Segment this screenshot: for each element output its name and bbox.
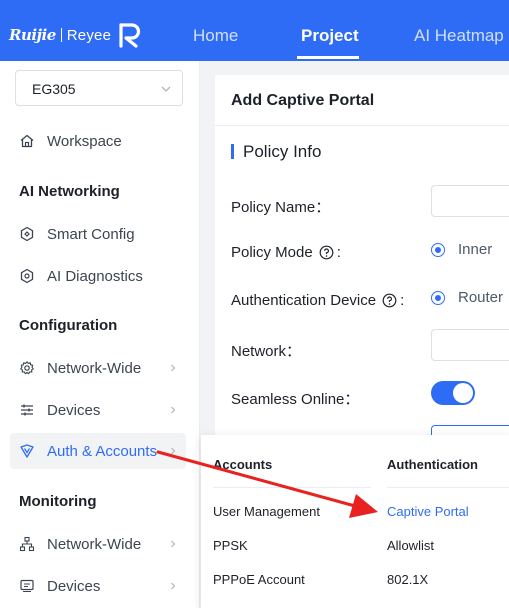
sidebar-item-label: Network-Wide [47, 359, 142, 377]
chevron-right-icon [171, 406, 176, 414]
ai-diagnostics-icon [20, 268, 34, 284]
policy-mode-colon: : [336, 244, 341, 261]
radio-label: Inner [458, 241, 493, 258]
top-navigation-bar: Ruijie Reyee Home Project AI Heatmap [0, 0, 509, 61]
seamless-online-toggle[interactable] [431, 381, 475, 405]
submenu-item-allowlist[interactable]: Allowlist [387, 538, 434, 553]
sidebar-item-auth-accounts[interactable]: Auth & Accounts [0, 433, 200, 469]
topology-icon [19, 536, 35, 552]
policy-mode-label-text: Policy Mode [231, 244, 313, 261]
authentication-divider [387, 487, 509, 488]
chevron-down-icon [161, 86, 171, 92]
accounts-column-header: Accounts [213, 457, 273, 472]
sidebar-item-network-wide[interactable]: Network-Wide [0, 350, 200, 386]
site-selector[interactable]: EG305 [15, 70, 183, 106]
tab-ai-heatmap[interactable]: AI Heatmap [414, 26, 504, 46]
chevron-right-icon [171, 447, 176, 455]
network-select[interactable] [431, 329, 509, 361]
smart-config-icon [20, 226, 34, 242]
help-icon[interactable] [382, 293, 397, 308]
authentication-device-label-text: Authentication Device [231, 292, 377, 309]
auth-accounts-submenu: Accounts Authentication User Management … [201, 435, 509, 608]
submenu-item-captive-portal[interactable]: Captive Portal [387, 504, 469, 519]
sidebar: EG305 Workspace AI Networking Smart Conf… [0, 61, 200, 608]
chevron-right-icon [171, 364, 176, 372]
section-title-ai-networking: AI Networking [19, 183, 120, 200]
chevron-right-icon [171, 540, 176, 548]
sidebar-item-label: Network-Wide [47, 535, 142, 553]
brand-logo[interactable]: Ruijie Reyee [9, 22, 143, 48]
sidebar-item-label: Devices [47, 577, 101, 595]
network-label: Network： [231, 343, 302, 360]
reyee-logo-icon [119, 23, 141, 48]
gear-icon [20, 361, 34, 375]
section-title-monitoring: Monitoring [19, 493, 97, 510]
sidebar-item-devices[interactable]: Devices [0, 392, 200, 428]
tab-home[interactable]: Home [193, 26, 238, 46]
sidebar-item-workspace[interactable]: Workspace [0, 123, 200, 159]
section-accent-bar [231, 144, 234, 159]
section-title-policy-info: Policy Info [243, 142, 322, 161]
sidebar-item-label: Workspace [47, 132, 122, 150]
device-icon [20, 579, 34, 593]
sidebar-item-smart-config[interactable]: Smart Config [0, 216, 200, 252]
sidebar-item-monitoring-devices[interactable]: Devices [0, 568, 200, 604]
panel-header: Add Captive Portal [215, 75, 509, 126]
shield-icon [20, 444, 34, 458]
help-icon[interactable] [319, 245, 334, 260]
sidebar-item-label: Smart Config [47, 225, 135, 243]
seamless-online-label: Seamless Online： [231, 391, 360, 408]
tab-project[interactable]: Project [301, 26, 359, 46]
authentication-column-header: Authentication [387, 457, 478, 472]
logo-ruijie-text: Ruijie [9, 26, 56, 44]
submenu-item-ppsk[interactable]: PPSK [213, 538, 248, 553]
submenu-item-user-management[interactable]: User Management [213, 504, 320, 519]
sidebar-item-ai-diagnostics[interactable]: AI Diagnostics [0, 258, 200, 294]
sidebar-item-monitoring-network-wide[interactable]: Network-Wide [0, 526, 200, 562]
submenu-item-pppoe-account[interactable]: PPPoE Account [213, 572, 305, 587]
sidebar-item-label: Auth & Accounts [47, 442, 158, 460]
radio-checked-icon [431, 290, 445, 305]
radio-checked-icon [431, 242, 445, 257]
policy-mode-inner-radio[interactable]: Inner [431, 241, 492, 258]
policy-name-input[interactable] [431, 185, 509, 217]
authentication-device-colon: : [400, 292, 405, 309]
policy-name-label: Policy Name： [231, 199, 331, 216]
sliders-icon [21, 404, 33, 416]
chevron-right-icon [171, 582, 176, 590]
authentication-device-label: Authentication Device : [231, 292, 404, 309]
home-icon [20, 134, 34, 148]
accounts-divider [213, 487, 371, 488]
sidebar-item-label: AI Diagnostics [47, 267, 143, 285]
page-title: Add Captive Portal [231, 92, 375, 109]
submenu-item-8021x[interactable]: 802.1X [387, 572, 428, 587]
logo-reyee-text: Reyee [66, 26, 112, 44]
section-title-configuration: Configuration [19, 317, 118, 334]
site-selector-value: EG305 [32, 81, 76, 97]
authentication-device-router-radio[interactable]: Router [431, 289, 503, 306]
sidebar-item-label: Devices [47, 401, 101, 419]
logo-divider [60, 28, 62, 42]
toggle-knob [453, 383, 473, 403]
active-tab-indicator [297, 56, 359, 59]
radio-label: Router [458, 289, 504, 306]
policy-mode-label: Policy Mode : [231, 244, 341, 261]
